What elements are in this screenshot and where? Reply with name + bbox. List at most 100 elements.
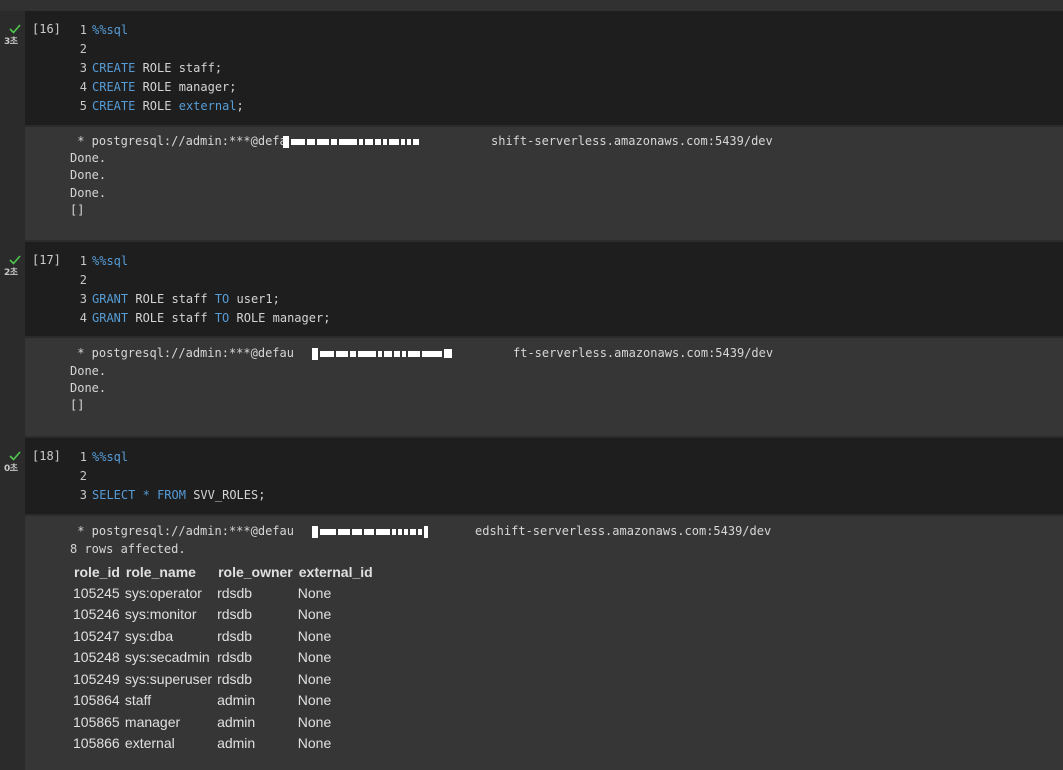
table-cell: external [124,735,175,752]
table-cell: sys:dba [124,627,174,644]
table-cell: 105866 [73,735,120,752]
table-cell: admin [217,713,256,730]
code-text: SVV_ROLES; [185,488,266,502]
code-line[interactable]: 4 GRANT ROLE staff TO ROLE manager; [25,309,331,328]
table-cell: 105247 [73,627,120,644]
table-cell: rdsdb [217,649,253,666]
code-editor[interactable]: [18] 1 %%sql 2 3 SELECT * FROM SVV_ROLES; [25,438,1063,514]
table-cell: 105248 [73,649,120,666]
line-number: 1 [79,450,87,464]
table-cell: rdsdb [217,606,253,623]
table-cell: 105246 [73,606,120,623]
execution-time: 3초 [4,37,18,47]
code-keyword: GRANT [92,292,129,306]
output-line: Done. [70,381,107,395]
table-row: 105247 sys:dba rdsdb None [72,625,377,647]
code-text: ROLE manager; [135,80,237,94]
code-line[interactable]: 4 CREATE ROLE manager; [25,78,237,97]
cell-output: * postgresql://admin:***@defau edshift-s… [25,516,1063,770]
connection-string-suffix: ft-serverless.amazonaws.com:5439/dev [513,346,774,360]
output-line: [] [70,203,85,217]
code-line[interactable]: 3 CREATE ROLE staff; [25,59,222,78]
code-keyword: TO [214,292,230,306]
table-cell: sys:secadmin [124,649,210,666]
table-header-row: role_id role_name role_owner external_id [72,561,377,582]
cell-output: * postgresql://admin:***@defau ft-server… [25,338,1063,436]
output-line: Done. [70,168,107,182]
top-strip [0,0,1063,11]
table-cell: admin [217,735,256,752]
code-keyword: external [178,99,237,113]
redacted-area [312,343,512,360]
code-line[interactable]: 2 [25,271,92,290]
table-row: 105245 sys:operator rdsdb None [72,582,377,604]
table-cell: None [297,692,332,709]
table-row: 105248 sys:secadmin rdsdb None [72,647,377,669]
line-number: 4 [79,80,87,94]
table-row: 105864 staff admin None [72,690,377,712]
table-cell: None [297,670,332,687]
table-row: 105866 external admin None [72,733,377,755]
execution-time: 2초 [4,268,18,278]
line-number: 2 [79,42,87,56]
code-keyword: SELECT [92,488,136,502]
table-cell: sys:operator [124,584,202,601]
output-line: Done. [70,151,107,165]
line-number: 2 [79,273,87,287]
table-cell: rdsdb [217,584,253,601]
line-number: 4 [79,311,87,325]
code-keyword: CREATE [92,99,136,113]
connection-string: * postgresql://admin:***@defau [70,524,294,538]
connection-string: * postgresql://admin:***@defa [70,134,287,148]
code-text: ROLE staff; [135,61,223,75]
output-line: [] [70,398,85,412]
code-keyword: CREATE [92,80,136,94]
code-line[interactable]: 5 CREATE ROLE external; [25,97,244,116]
code-line[interactable]: 1 %%sql [25,252,128,271]
code-line[interactable]: 2 [25,40,92,59]
column-header: role_owner [218,563,293,580]
line-number: 3 [79,488,87,502]
connection-string-suffix: shift-serverless.amazonaws.com:5439/dev [491,134,773,148]
column-header: role_id [74,563,120,580]
table-cell: None [297,627,332,644]
code-editor[interactable]: [17] 1 %%sql 2 3 GRANT ROLE staff TO user1; 4… [25,242,1063,336]
table-row: 105865 manager admin None [72,711,377,733]
rows-affected: 8 rows affected. [70,542,186,556]
table-cell: None [297,649,332,666]
table-cell: sys:superuser [124,670,213,687]
table-cell: manager [124,713,181,730]
table-cell: 105245 [73,584,120,601]
code-keyword: FROM [157,488,186,502]
table-row: 105246 sys:monitor rdsdb None [72,604,377,626]
output-line: Done. [70,364,107,378]
line-number: 3 [79,292,87,306]
code-text: ROLE manager; [229,311,331,325]
code-line[interactable]: 1 %%sql [25,448,128,467]
table-cell: 105249 [73,670,120,687]
code-line[interactable]: 3 GRANT ROLE staff TO user1; [25,290,280,309]
code-editor[interactable]: [16] 1 %%sql 2 3 CREATE ROLE staff; 4 CREATE R… [25,11,1063,125]
code-keyword: CREATE [92,61,136,75]
code-text: ROLE staff [128,292,215,306]
code-line[interactable]: 2 [25,467,92,486]
table-cell: sys:monitor [124,606,197,623]
code-text: ; [236,99,244,113]
table-cell: None [297,584,332,601]
cell-output: * postgresql://admin:***@defa shift-serv… [25,127,1063,240]
table-cell: staff [124,692,152,709]
table-cell: None [297,606,332,623]
connection-string-suffix: edshift-serverless.amazonaws.com:5439/de… [475,524,772,538]
table-cell: None [297,735,332,752]
code-line[interactable]: 3 SELECT * FROM SVV_ROLES; [25,486,266,505]
code-line[interactable]: 1 %%sql [25,21,128,40]
redacted-area [283,131,493,148]
output-line: Done. [70,186,107,200]
table-cell: None [297,713,332,730]
table-cell: rdsdb [217,627,253,644]
column-header: role_name [125,563,196,580]
connection-string: * postgresql://admin:***@defau [70,346,294,360]
table-cell: admin [217,692,256,709]
code-text: ROLE [135,99,179,113]
